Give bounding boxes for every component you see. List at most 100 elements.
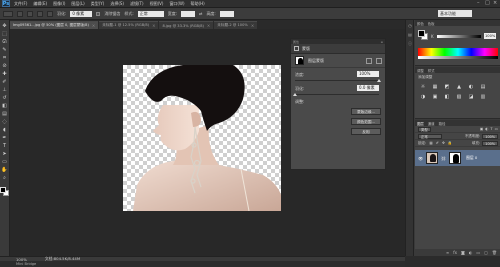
crop-tool-icon[interactable]: ⌗ bbox=[1, 55, 8, 62]
curves-icon[interactable]: ◩ bbox=[443, 84, 451, 91]
close-tab-icon[interactable]: × bbox=[207, 23, 210, 28]
close-tab-icon[interactable]: × bbox=[92, 23, 95, 28]
zoom-tool-icon[interactable]: ⌕ bbox=[1, 175, 8, 182]
visibility-eye-icon[interactable]: 👁 bbox=[418, 156, 423, 161]
brightness-contrast-icon[interactable]: ☼ bbox=[419, 84, 427, 91]
width-input[interactable] bbox=[181, 10, 196, 17]
pen-tool-icon[interactable]: ✒ bbox=[1, 135, 8, 142]
gradient-tool-icon[interactable]: ▤ bbox=[1, 111, 8, 118]
color-balance-icon[interactable]: ◑ bbox=[419, 94, 427, 101]
info-panel-icon[interactable]: ⓘ bbox=[407, 41, 413, 47]
add-mask-icon[interactable]: ◙ bbox=[461, 250, 465, 255]
document-tab[interactable]: Img09361...jpg @ 50% (图层 0, 图层蒙版/8) × bbox=[10, 21, 99, 29]
opacity-input[interactable]: 100% bbox=[482, 133, 498, 139]
link-layers-icon[interactable]: ∞ bbox=[446, 250, 449, 255]
workspace-select[interactable]: 基本功能 bbox=[438, 10, 472, 17]
pixel-mask-icon[interactable] bbox=[366, 57, 372, 64]
layer-mask-thumbnail[interactable] bbox=[449, 152, 462, 164]
history-panel-icon[interactable]: ◷ bbox=[407, 23, 413, 29]
close-tab-icon[interactable]: × bbox=[152, 23, 155, 28]
k-channel-slider[interactable] bbox=[437, 35, 481, 38]
menu-filter[interactable]: 滤镜(T) bbox=[130, 1, 144, 7]
lasso-tool-icon[interactable]: ᘏ bbox=[1, 39, 8, 46]
move-tool-icon[interactable]: ✥ bbox=[1, 23, 8, 30]
lock-position-icon[interactable]: ✥ bbox=[442, 141, 445, 145]
color-panel-foreground-swatch[interactable] bbox=[418, 30, 425, 37]
minimize-icon[interactable]: – bbox=[477, 1, 481, 6]
exposure-icon[interactable]: ▲ bbox=[455, 84, 463, 91]
menu-image[interactable]: 图像(I) bbox=[53, 1, 65, 7]
menu-layer[interactable]: 图层(L) bbox=[71, 1, 84, 7]
filter-shape-icon[interactable]: ▭ bbox=[495, 127, 498, 131]
new-group-icon[interactable]: ▭ bbox=[476, 250, 480, 255]
tab-adjustments[interactable]: 调整 bbox=[417, 68, 424, 73]
filter-type-icon[interactable]: T bbox=[490, 127, 492, 131]
feather-slider[interactable] bbox=[293, 93, 379, 96]
layer-mask-row[interactable]: 图层蒙版 bbox=[291, 54, 385, 68]
invert-adjust-icon[interactable]: ◪ bbox=[467, 94, 475, 101]
tab-color[interactable]: 颜色 bbox=[417, 21, 424, 26]
quick-select-tool-icon[interactable]: ✎ bbox=[1, 47, 8, 54]
new-adjustment-icon[interactable]: ◐ bbox=[469, 250, 473, 255]
feather-slider-handle[interactable] bbox=[293, 93, 297, 96]
healing-brush-tool-icon[interactable]: ✚ bbox=[1, 71, 8, 78]
tool-preset-picker[interactable] bbox=[3, 10, 13, 17]
document-canvas[interactable] bbox=[123, 65, 281, 211]
close-tab-icon[interactable]: × bbox=[251, 23, 254, 28]
tab-styles[interactable]: 样式 bbox=[428, 68, 435, 73]
layer-chain-icon[interactable]: ⛓ bbox=[441, 156, 446, 161]
filter-adjust-icon[interactable]: ◐ bbox=[485, 127, 488, 131]
delete-layer-icon[interactable]: 🗑 bbox=[492, 250, 497, 255]
mask-edge-button[interactable]: 蒙版边缘... bbox=[351, 108, 381, 115]
path-select-tool-icon[interactable]: ➤ bbox=[1, 151, 8, 158]
eyedropper-tool-icon[interactable]: ⊘ bbox=[1, 63, 8, 70]
document-tab[interactable]: 8.jpg @ 33.3% (RGB/8) × bbox=[159, 21, 214, 29]
density-slider[interactable] bbox=[295, 79, 381, 82]
subtract-selection-icon[interactable] bbox=[37, 10, 43, 17]
mask-feather-input[interactable]: 0.0 像素 bbox=[357, 85, 379, 91]
brush-tool-icon[interactable]: ✐ bbox=[1, 79, 8, 86]
swap-icon[interactable]: ⇄ bbox=[199, 11, 202, 16]
new-selection-icon[interactable] bbox=[17, 10, 23, 17]
black-white-icon[interactable]: ▣ bbox=[431, 94, 439, 101]
eraser-tool-icon[interactable]: ◧ bbox=[1, 103, 8, 110]
add-selection-icon[interactable] bbox=[27, 10, 33, 17]
style-select[interactable]: 正常 bbox=[137, 10, 164, 17]
canvas-area[interactable]: 属性 ≡ 蒙版 图层蒙版 浓度: 100% 羽化: 0.0 像素 调整: 蒙版边… bbox=[10, 29, 405, 256]
lock-image-icon[interactable]: ✐ bbox=[436, 141, 439, 145]
marquee-tool-icon[interactable]: ⬚ bbox=[1, 31, 8, 38]
history-brush-tool-icon[interactable]: ↺ bbox=[1, 95, 8, 102]
menu-help[interactable]: 帮助(H) bbox=[191, 1, 205, 7]
color-swatches[interactable] bbox=[0, 187, 9, 197]
antialias-checkbox[interactable] bbox=[96, 11, 101, 16]
menu-edit[interactable]: 编辑(E) bbox=[33, 1, 47, 7]
menu-select[interactable]: 选择(S) bbox=[110, 1, 124, 7]
document-tab[interactable]: 未标题-2 @ 100% × bbox=[214, 21, 258, 29]
layer-row[interactable]: 👁 ⛓ 图层 0 bbox=[415, 150, 500, 166]
tab-swatches[interactable]: 色板 bbox=[428, 21, 435, 26]
intersect-selection-icon[interactable] bbox=[47, 10, 53, 17]
tab-paths[interactable]: 路径 bbox=[439, 121, 446, 126]
hue-saturation-icon[interactable]: ▤ bbox=[479, 84, 487, 91]
channel-mixer-icon[interactable]: ▧ bbox=[455, 94, 463, 101]
blur-tool-icon[interactable]: ◌ bbox=[1, 119, 8, 126]
document-tab[interactable]: 未标题-1 @ 12.5% (RGB/8) × bbox=[99, 21, 159, 29]
levels-icon[interactable]: ▦ bbox=[431, 84, 439, 91]
close-icon[interactable]: × bbox=[493, 1, 497, 6]
new-layer-icon[interactable]: ▢ bbox=[484, 250, 488, 255]
layer-kind-filter[interactable]: 类型 bbox=[418, 126, 431, 132]
density-input[interactable]: 100% bbox=[357, 71, 379, 77]
hand-tool-icon[interactable]: ✋ bbox=[1, 167, 8, 174]
dodge-tool-icon[interactable]: ◖ bbox=[1, 127, 8, 134]
blend-mode-select[interactable]: 正常 bbox=[418, 133, 442, 139]
invert-button[interactable]: 反相 bbox=[351, 128, 381, 135]
filter-pixel-icon[interactable]: ▣ bbox=[480, 127, 483, 131]
type-tool-icon[interactable]: T bbox=[1, 143, 8, 150]
color-range-button[interactable]: 颜色范围... bbox=[351, 118, 381, 125]
menu-file[interactable]: 文件(F) bbox=[14, 1, 27, 7]
feather-input[interactable]: 0 像素 bbox=[70, 10, 93, 17]
lock-transparent-icon[interactable]: ▦ bbox=[429, 141, 432, 145]
height-input[interactable] bbox=[219, 10, 234, 17]
layer-name[interactable]: 图层 0 bbox=[466, 155, 477, 161]
mini-bridge-tab[interactable]: Mini Bridge bbox=[16, 262, 36, 266]
